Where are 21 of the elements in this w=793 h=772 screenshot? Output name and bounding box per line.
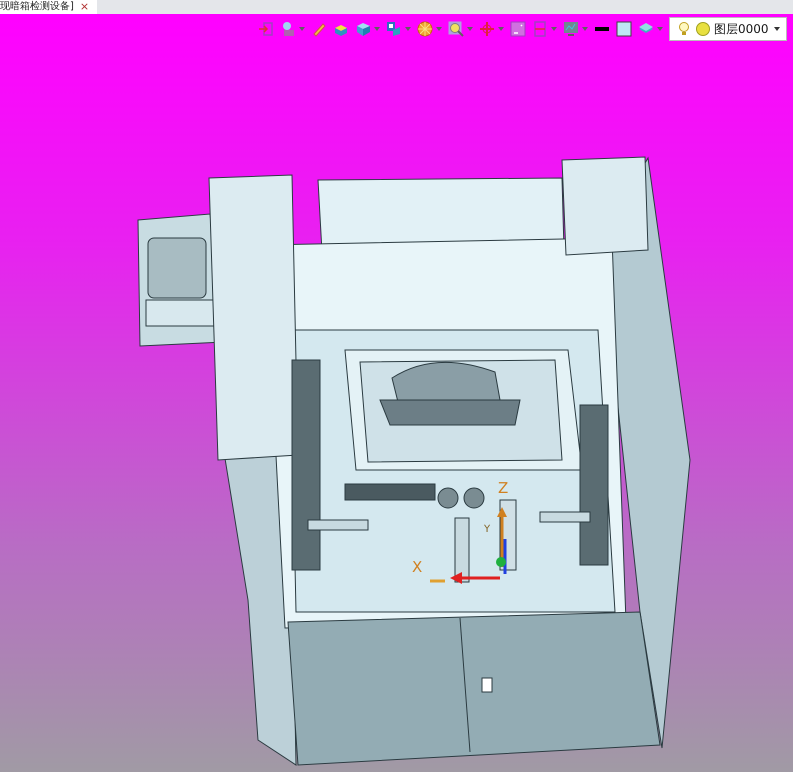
wheel-icon[interactable]: [417, 21, 433, 37]
monitor-icon[interactable]: [563, 21, 579, 37]
axis-label: Y: [484, 523, 490, 537]
circle-icon: [695, 21, 711, 37]
square-icon[interactable]: [616, 21, 632, 37]
pen-icon[interactable]: [311, 21, 327, 37]
document-tab[interactable]: 现暗箱检测设备] ×: [0, 0, 98, 14]
coordinate-axes-drawing[interactable]: [430, 507, 507, 584]
close-icon[interactable]: ×: [80, 0, 90, 14]
fit-icon[interactable]: [510, 21, 526, 37]
axis-label: X: [412, 559, 422, 575]
lightbulb-icon: [676, 21, 692, 37]
cube-icon[interactable]: [355, 21, 371, 37]
axis-label: Z: [498, 480, 508, 496]
layer-dropdown[interactable]: 图层0000: [669, 17, 787, 41]
caret-icon[interactable]: [774, 27, 780, 31]
view-icon[interactable]: [386, 21, 402, 37]
section-icon[interactable]: [532, 21, 548, 37]
zoom-icon[interactable]: [448, 21, 464, 37]
exit-icon[interactable]: [258, 21, 274, 37]
lamp-icon[interactable]: [280, 21, 296, 37]
